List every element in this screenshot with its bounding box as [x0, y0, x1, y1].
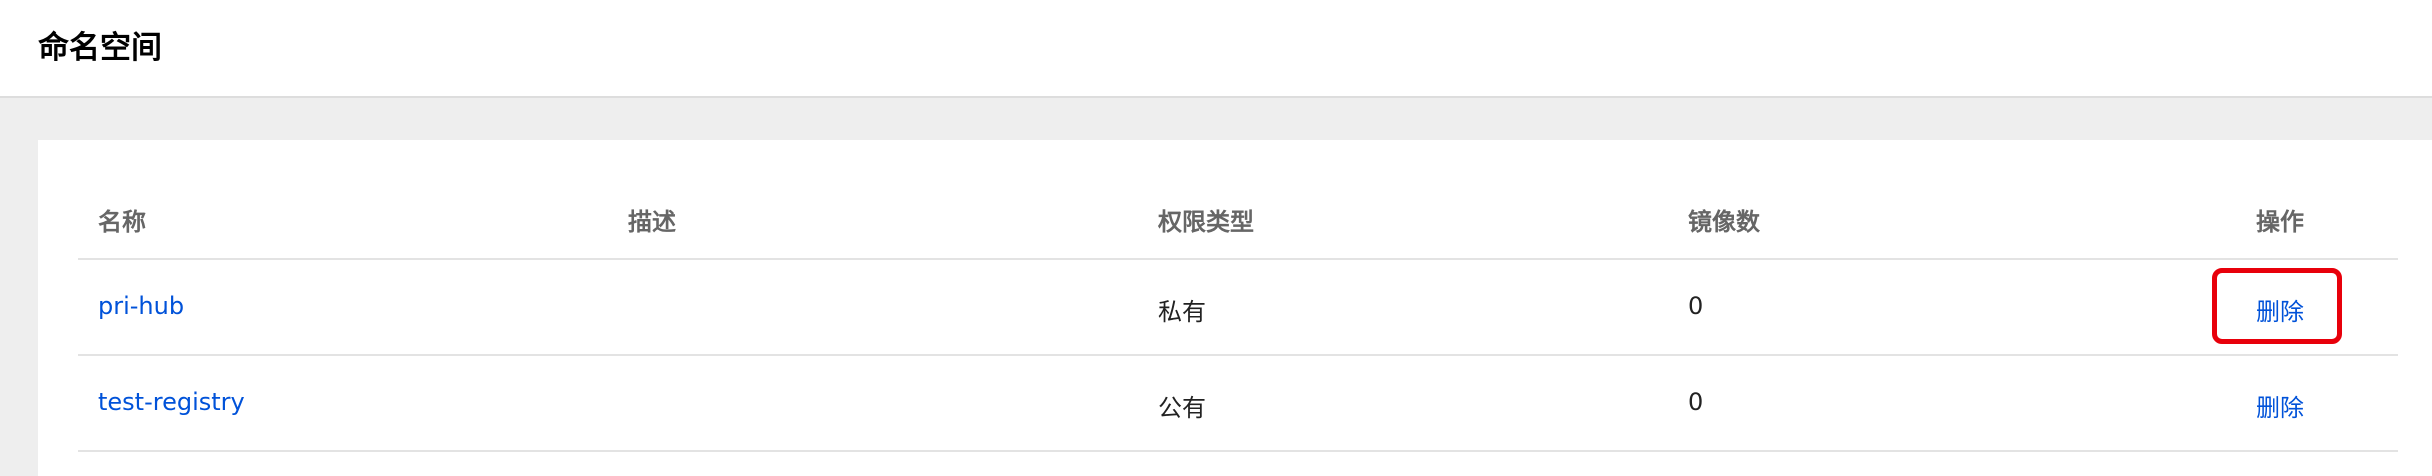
namespace-name-link[interactable]: test-registry	[98, 388, 245, 416]
column-header-name: 名称	[98, 208, 146, 236]
namespace-table: 名称 描述 权限类型 镜像数 操作 pri-hub 私有 0 删除 test-r…	[78, 140, 2398, 452]
table-row: pri-hub 私有 0 删除	[78, 260, 2398, 356]
namespace-name-link[interactable]: pri-hub	[98, 292, 184, 320]
page-header: 命名空间	[0, 0, 2432, 98]
page-title: 命名空间	[38, 30, 162, 66]
table-header-row: 名称 描述 权限类型 镜像数 操作	[78, 140, 2398, 260]
namespace-permission: 私有	[1158, 298, 1206, 326]
column-header-description: 描述	[628, 208, 676, 236]
delete-button[interactable]: 删除	[2256, 292, 2304, 327]
delete-button[interactable]: 删除	[2256, 388, 2304, 423]
table-row: test-registry 公有 0 删除	[78, 356, 2398, 452]
namespace-permission: 公有	[1158, 394, 1206, 422]
column-header-permission-type: 权限类型	[1158, 208, 1254, 236]
namespace-image-count: 0	[1688, 388, 1704, 416]
column-header-image-count: 镜像数	[1688, 208, 1760, 236]
namespace-image-count: 0	[1688, 292, 1704, 320]
column-header-actions: 操作	[2256, 208, 2304, 236]
namespace-table-card: 名称 描述 权限类型 镜像数 操作 pri-hub 私有 0 删除 test-r…	[38, 140, 2432, 476]
